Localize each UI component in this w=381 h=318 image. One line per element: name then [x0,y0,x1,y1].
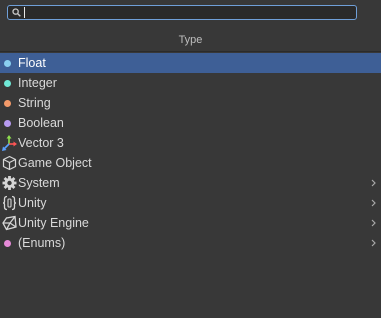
type-item-label: System [18,176,60,190]
dot-icon [4,60,11,67]
type-item-system[interactable]: System [0,173,381,193]
type-item-label: Vector 3 [18,136,64,150]
list-header-title: Type [178,34,203,46]
type-item-game-object[interactable]: Game Object [0,153,381,173]
type-list: Float Integer String Boolean Vector 3 Ga… [0,53,381,253]
type-item-label: Game Object [18,156,92,170]
dot-icon [4,80,11,87]
text-caret [24,7,25,18]
chevron-right-icon [371,199,376,207]
search-input[interactable] [23,6,353,19]
chevron-right-icon [371,219,376,227]
type-item-float[interactable]: Float [0,53,381,73]
type-item-label: Float [18,56,46,70]
type-item-unity-engine[interactable]: Unity Engine [0,213,381,233]
chevron-right-icon [371,239,376,247]
dot-icon [4,120,11,127]
type-item-unity[interactable]: Unity [0,193,381,213]
type-item-vector3[interactable]: Vector 3 [0,133,381,153]
type-item-label: (Enums) [18,236,66,250]
type-item-integer[interactable]: Integer [0,73,381,93]
type-item-label: Unity Engine [18,216,89,230]
type-item-string[interactable]: String [0,93,381,113]
dot-icon [4,100,11,107]
dot-icon [4,240,11,247]
unity-logo-icon [2,215,17,231]
search-field[interactable] [7,5,357,20]
type-picker-panel: Type Float Integer String Boolean Vector… [0,0,381,318]
type-item-boolean[interactable]: Boolean [0,113,381,133]
transform-axes-icon [2,135,17,151]
chevron-right-icon [371,179,376,187]
type-item-enums[interactable]: (Enums) [0,233,381,253]
gear-icon [2,176,17,190]
type-item-label: String [18,96,51,110]
list-header: Type [0,26,381,52]
braces-icon [2,195,17,211]
type-item-label: Unity [18,196,47,210]
type-item-label: Integer [18,76,57,90]
cube-icon [2,155,17,171]
type-item-label: Boolean [18,116,64,130]
search-icon [12,8,21,17]
